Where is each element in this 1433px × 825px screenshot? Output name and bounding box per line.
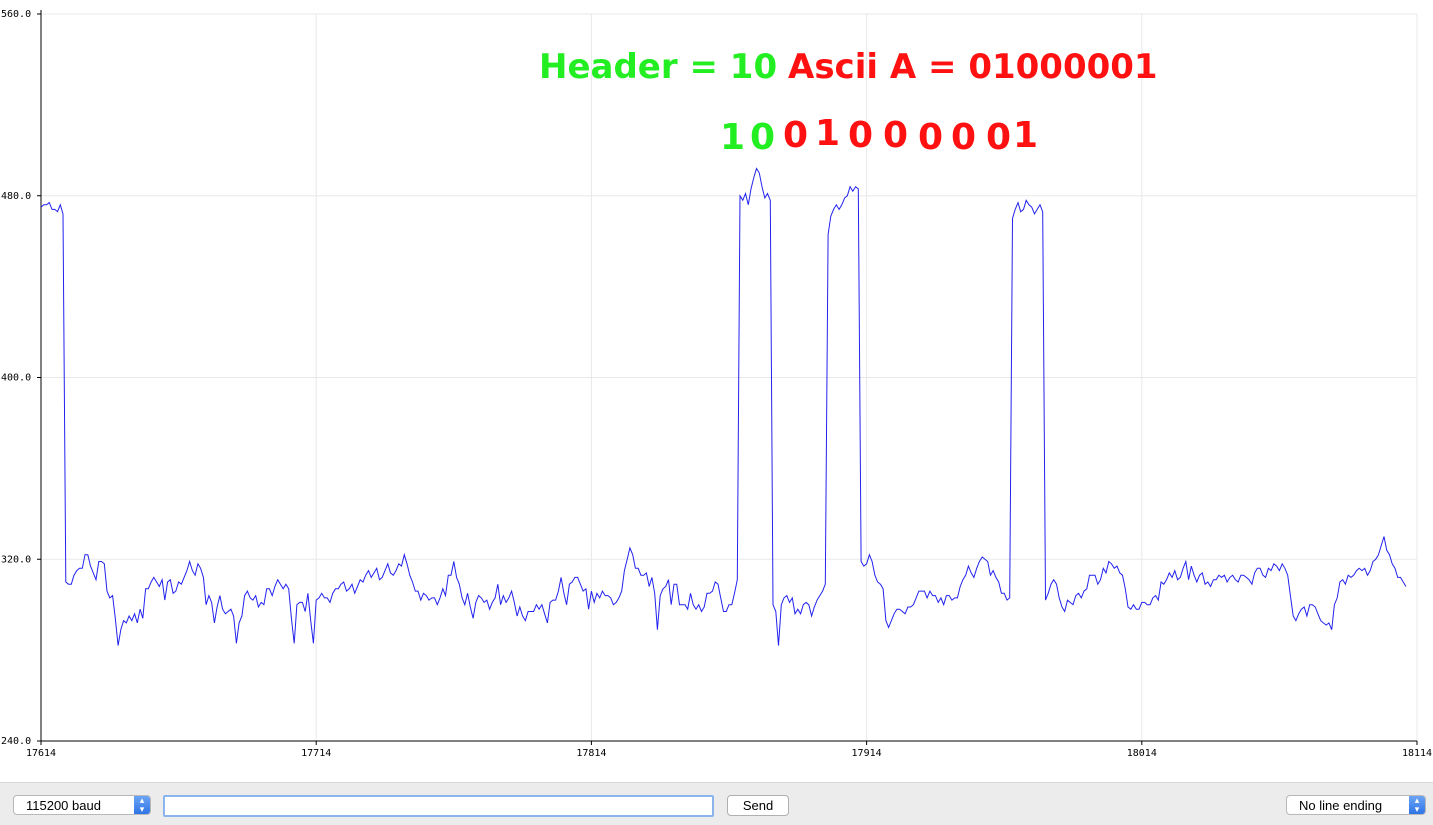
select-arrows-icon: ▴ ▾ — [1409, 796, 1425, 814]
y-tick-label: 480.0 — [1, 191, 31, 202]
x-tick-label: 17914 — [852, 748, 882, 759]
bit-digit: 0 — [951, 117, 977, 158]
y-tick-label: 240.0 — [1, 736, 31, 747]
serial-plotter: 560.0 480.0 400.0 320.0 240.0 17614 17714 17814… — [0, 0, 1433, 782]
bit-digit: 1 — [720, 117, 746, 158]
bit-digit: 0 — [918, 117, 944, 158]
bit-digit: 0 — [750, 117, 776, 158]
bit-digit: 0 — [848, 115, 874, 156]
x-tick-label: 18114 — [1402, 748, 1432, 759]
baud-rate-select[interactable]: 115200 baud ▴ ▾ — [13, 795, 151, 815]
line-ending-value: No line ending — [1299, 798, 1383, 813]
serial-input[interactable] — [163, 795, 714, 817]
header-annotation: Header = 10 — [539, 47, 778, 87]
y-tick-label: 400.0 — [1, 373, 31, 384]
serial-toolbar: 115200 baud ▴ ▾ Send No line ending ▴ ▾ — [0, 782, 1433, 825]
x-tick-label: 17814 — [576, 748, 606, 759]
ascii-annotation: Ascii A = 01000001 — [788, 47, 1158, 87]
line-chart: 560.0 480.0 400.0 320.0 240.017614 17714 17814… — [1, 9, 1432, 759]
series — [40, 167, 1407, 646]
data-series-line — [40, 167, 1407, 646]
bit-digit: 0 — [783, 115, 809, 156]
tick-labels: 560.0 480.0 400.0 320.0 240.017614 17714 17814… — [1, 9, 1432, 759]
bit-digit: 0 — [986, 117, 1012, 158]
bit-digit: 0 — [883, 115, 909, 156]
line-ending-select[interactable]: No line ending ▴ ▾ — [1286, 795, 1426, 815]
send-button[interactable]: Send — [727, 795, 789, 816]
baud-rate-value: 115200 baud — [26, 798, 101, 813]
x-tick-label: 17614 — [26, 748, 56, 759]
bit-digit: 1 — [815, 113, 841, 154]
y-tick-label: 320.0 — [1, 554, 31, 565]
bit-digit: 1 — [1013, 115, 1039, 156]
x-tick-label: 18014 — [1127, 748, 1157, 759]
select-arrows-icon: ▴ ▾ — [134, 796, 150, 814]
x-tick-label: 17714 — [301, 748, 331, 759]
y-tick-label: 560.0 — [1, 9, 31, 20]
